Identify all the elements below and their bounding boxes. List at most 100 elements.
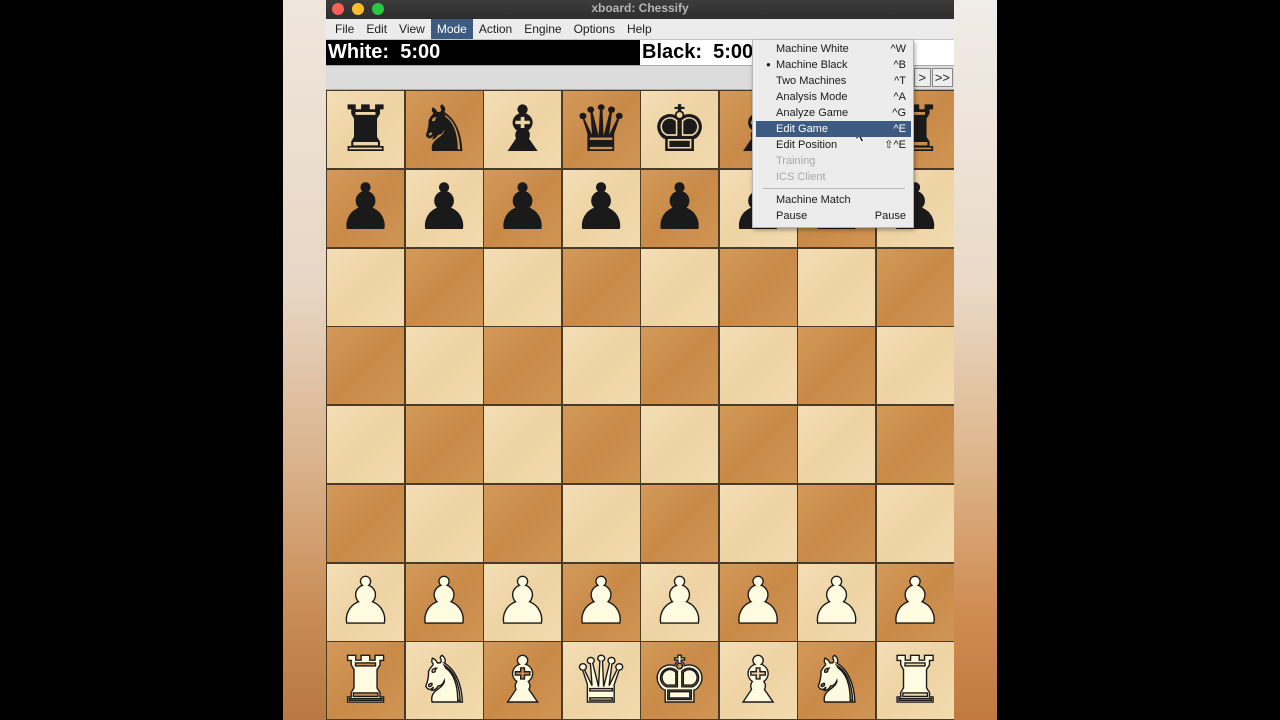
square-g1[interactable]: ♞ <box>798 642 875 720</box>
white-pawn-icon[interactable]: ♟ <box>493 569 552 634</box>
black-bishop-icon[interactable]: ♝ <box>494 98 551 162</box>
square-e7[interactable]: ♟ <box>641 169 718 247</box>
white-pawn-icon[interactable]: ♟ <box>886 569 945 634</box>
white-bishop-icon[interactable]: ♝ <box>493 648 552 713</box>
square-a7[interactable]: ♟ <box>327 169 404 247</box>
menu-action[interactable]: Action <box>473 19 518 39</box>
mode-menu-item-analysis-mode[interactable]: Analysis Mode ^A <box>756 89 911 105</box>
mode-menu-item-machine-white[interactable]: Machine White ^W <box>756 41 911 57</box>
square-c7[interactable]: ♟ <box>484 169 561 247</box>
white-pawn-icon[interactable]: ♟ <box>650 569 709 634</box>
square-f1[interactable]: ♝ <box>719 642 797 720</box>
black-queen-icon[interactable]: ♛ <box>572 98 629 162</box>
white-queen-icon[interactable]: ♛ <box>572 648 631 713</box>
mode-menu-item-machine-match[interactable]: Machine Match <box>756 192 911 208</box>
white-knight-icon[interactable]: ♞ <box>807 648 866 713</box>
square-e5[interactable] <box>641 327 718 405</box>
menu-options[interactable]: Options <box>568 19 621 39</box>
square-c8[interactable]: ♝ <box>484 91 561 168</box>
menu-view[interactable]: View <box>393 19 431 39</box>
black-knight-icon[interactable]: ♞ <box>415 98 472 162</box>
square-c2[interactable]: ♟ <box>484 563 561 641</box>
white-rook-icon[interactable]: ♜ <box>336 648 395 713</box>
white-king-icon[interactable]: ♚ <box>650 648 709 713</box>
square-h6[interactable] <box>876 248 954 326</box>
mode-menu-item-analyze-game[interactable]: Analyze Game ^G <box>756 105 911 121</box>
mode-menu-item-pause[interactable]: Pause Pause <box>756 208 911 224</box>
square-a1[interactable]: ♜ <box>327 642 404 720</box>
square-d6[interactable] <box>562 248 640 326</box>
square-d2[interactable]: ♟ <box>562 563 640 641</box>
menu-file[interactable]: File <box>329 19 360 39</box>
square-d4[interactable] <box>562 406 640 483</box>
square-c5[interactable] <box>484 327 561 405</box>
square-h4[interactable] <box>876 406 954 483</box>
square-f5[interactable] <box>719 327 797 405</box>
mode-menu-item-machine-black[interactable]: ● Machine Black ^B <box>756 57 911 73</box>
square-g3[interactable] <box>798 484 875 562</box>
square-d3[interactable] <box>562 484 640 562</box>
next-move-button[interactable]: > <box>913 68 931 87</box>
square-g4[interactable] <box>798 406 875 483</box>
square-g2[interactable]: ♟ <box>798 563 875 641</box>
white-bishop-icon[interactable]: ♝ <box>729 648 788 713</box>
square-a3[interactable] <box>327 484 404 562</box>
menu-engine[interactable]: Engine <box>518 19 567 39</box>
square-d8[interactable]: ♛ <box>562 91 640 168</box>
square-f6[interactable] <box>719 248 797 326</box>
square-e6[interactable] <box>641 248 718 326</box>
square-c6[interactable] <box>484 248 561 326</box>
white-pawn-icon[interactable]: ♟ <box>336 569 395 634</box>
square-f4[interactable] <box>719 406 797 483</box>
white-pawn-icon[interactable]: ♟ <box>572 569 631 634</box>
square-c3[interactable] <box>484 484 561 562</box>
white-pawn-icon[interactable]: ♟ <box>729 569 788 634</box>
square-d1[interactable]: ♛ <box>562 642 640 720</box>
mode-menu-item-edit-game[interactable]: Edit Game ^E <box>756 121 911 137</box>
white-pawn-icon[interactable]: ♟ <box>415 569 474 634</box>
white-knight-icon[interactable]: ♞ <box>415 648 474 713</box>
black-pawn-icon[interactable]: ♟ <box>337 176 394 240</box>
square-b1[interactable]: ♞ <box>405 642 483 720</box>
square-a5[interactable] <box>327 327 404 405</box>
black-pawn-icon[interactable]: ♟ <box>415 176 472 240</box>
black-pawn-icon[interactable]: ♟ <box>572 176 629 240</box>
square-b3[interactable] <box>405 484 483 562</box>
square-h2[interactable]: ♟ <box>876 563 954 641</box>
mode-menu-item-edit-position[interactable]: Edit Position ⇧^E <box>756 137 911 153</box>
menu-mode[interactable]: Mode <box>430 19 473 39</box>
last-move-button[interactable]: >> <box>931 68 953 87</box>
square-d5[interactable] <box>562 327 640 405</box>
square-g5[interactable] <box>798 327 875 405</box>
square-e1[interactable]: ♚ <box>641 642 718 720</box>
black-pawn-icon[interactable]: ♟ <box>494 176 551 240</box>
white-pawn-icon[interactable]: ♟ <box>807 569 866 634</box>
square-e4[interactable] <box>641 406 718 483</box>
square-a4[interactable] <box>327 406 404 483</box>
square-b5[interactable] <box>405 327 483 405</box>
square-b8[interactable]: ♞ <box>405 91 483 168</box>
square-b6[interactable] <box>405 248 483 326</box>
square-h5[interactable] <box>876 327 954 405</box>
square-b7[interactable]: ♟ <box>405 169 483 247</box>
square-g6[interactable] <box>798 248 875 326</box>
black-rook-icon[interactable]: ♜ <box>337 98 394 162</box>
black-king-icon[interactable]: ♚ <box>651 98 708 162</box>
square-e2[interactable]: ♟ <box>641 563 718 641</box>
menu-help[interactable]: Help <box>621 19 658 39</box>
white-rook-icon[interactable]: ♜ <box>886 648 945 713</box>
square-e3[interactable] <box>641 484 718 562</box>
square-b2[interactable]: ♟ <box>405 563 483 641</box>
menu-edit[interactable]: Edit <box>360 19 393 39</box>
square-f3[interactable] <box>719 484 797 562</box>
square-a2[interactable]: ♟ <box>327 563 404 641</box>
square-a6[interactable] <box>327 248 404 326</box>
square-c4[interactable] <box>484 406 561 483</box>
mode-menu-item-two-machines[interactable]: Two Machines ^T <box>756 73 911 89</box>
square-a8[interactable]: ♜ <box>327 91 404 168</box>
black-pawn-icon[interactable]: ♟ <box>651 176 708 240</box>
square-e8[interactable]: ♚ <box>641 91 718 168</box>
square-b4[interactable] <box>405 406 483 483</box>
square-c1[interactable]: ♝ <box>484 642 561 720</box>
square-h1[interactable]: ♜ <box>876 642 954 720</box>
